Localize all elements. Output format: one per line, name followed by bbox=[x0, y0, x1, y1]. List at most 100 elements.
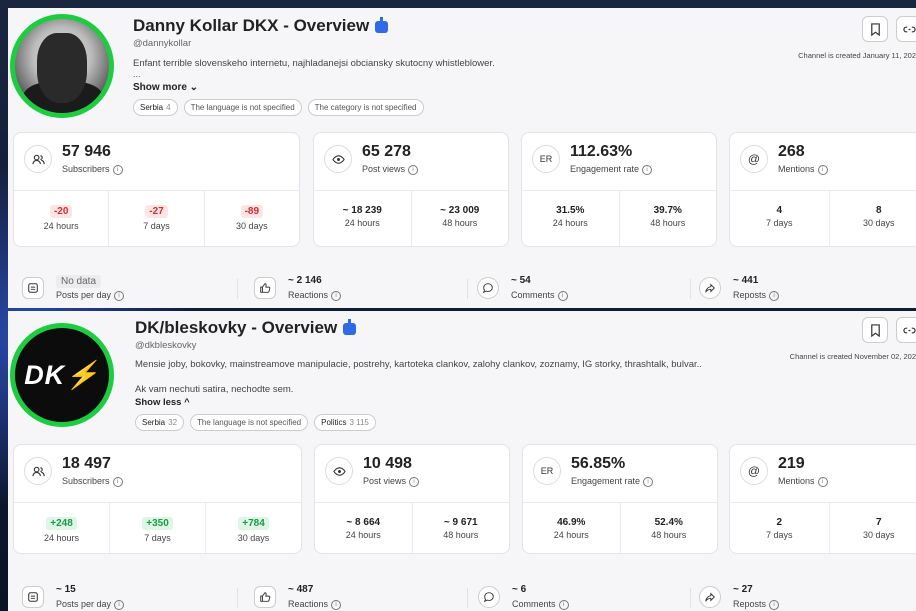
mentions-7d: 47 days bbox=[765, 205, 793, 228]
post-views-card: 10 498 Post views i ~ 8 664 24 hours ~ 9 6… bbox=[314, 444, 510, 554]
copy-link-button[interactable] bbox=[896, 317, 916, 343]
views-48h: ~ 23 009 48 hours bbox=[410, 191, 509, 246]
bot-badge-icon bbox=[343, 318, 357, 335]
views-24h: ~ 8 664 24 hours bbox=[345, 517, 381, 540]
post-views-value: 10 498 bbox=[363, 455, 412, 472]
bookmark-button[interactable] bbox=[862, 317, 888, 343]
repost-icon bbox=[699, 586, 721, 608]
er-48h: 52.4% 48 hours bbox=[619, 503, 718, 553]
post-views-label: Post views i bbox=[363, 476, 420, 487]
post-views-card: 65 278 Post views i ~ 18 239 24 hours ~ 23… bbox=[313, 132, 509, 247]
mentions-label: Mentions i bbox=[778, 164, 828, 175]
channel-title: DK/bleskovky - Overview bbox=[135, 318, 357, 338]
info-icon[interactable]: i bbox=[331, 599, 342, 610]
channel-overview-panel: DK⚡ DK/bleskovky - Overview @dkbleskovky… bbox=[8, 311, 916, 611]
users-icon bbox=[24, 457, 52, 485]
er-icon: ER bbox=[533, 457, 561, 485]
tag-category[interactable]: Politics 3 115 bbox=[314, 414, 376, 431]
info-icon[interactable]: i bbox=[409, 476, 420, 487]
engagement-rate-label: Engagement rate i bbox=[570, 164, 653, 175]
mentions-card: @ 268 Mentions i 47 days 8 30 days bbox=[729, 132, 916, 247]
mentions-label: Mentions i bbox=[778, 476, 828, 487]
subscribers-value: 57 946 bbox=[62, 143, 111, 160]
channel-description-line2: Ak vam nechuti satira, nechodte sem. bbox=[135, 384, 294, 395]
info-icon[interactable]: i bbox=[557, 290, 568, 301]
thumbs-up-icon bbox=[254, 586, 276, 608]
mentions-7d: 27 days bbox=[765, 517, 793, 540]
subscribers-card: 57 946 Subscribers i -20 24 hours -27 7 day… bbox=[13, 132, 300, 247]
tag-language[interactable]: The language is not specified bbox=[183, 99, 302, 116]
er-48h: 39.7% 48 hours bbox=[618, 191, 717, 246]
mentions-30d: 7 30 days bbox=[828, 503, 916, 553]
bookmark-icon bbox=[870, 22, 880, 36]
post-views-label: Post views i bbox=[362, 164, 419, 175]
bookmark-icon bbox=[870, 323, 880, 337]
er-icon: ER bbox=[532, 145, 560, 173]
subscribers-24h: +248 24 hours bbox=[43, 517, 80, 543]
activity-stats-row: ~ 15 Posts per day i ~ 487 Reactions i ~ 6… bbox=[12, 578, 916, 611]
tag-language[interactable]: The language is not specified bbox=[190, 414, 309, 431]
info-icon[interactable]: i bbox=[112, 164, 123, 175]
repost-icon bbox=[699, 277, 721, 299]
channel-title: Danny Kollar DKX - Overview bbox=[133, 16, 389, 36]
comment-icon bbox=[478, 586, 500, 608]
channel-description: Enfant terrible slovenskeho internetu, n… bbox=[133, 58, 495, 69]
subscribers-7d: +350 7 days bbox=[109, 503, 205, 553]
info-icon[interactable]: i bbox=[817, 476, 828, 487]
comment-icon bbox=[477, 277, 499, 299]
subscribers-label: Subscribers i bbox=[62, 476, 123, 487]
info-icon[interactable]: i bbox=[769, 290, 780, 301]
mentions-value: 219 bbox=[778, 455, 805, 472]
info-icon[interactable]: i bbox=[642, 164, 653, 175]
description-ellipsis: ... bbox=[133, 69, 141, 79]
channel-tags: Serbia 32 The language is not specified P… bbox=[135, 414, 376, 431]
info-icon[interactable]: i bbox=[769, 599, 780, 610]
subscribers-30d: -89 30 days bbox=[203, 191, 299, 246]
link-icon bbox=[902, 26, 916, 32]
info-icon[interactable]: i bbox=[817, 164, 828, 175]
subscribers-label: Subscribers i bbox=[62, 164, 123, 175]
eye-icon bbox=[324, 145, 352, 173]
bot-badge-icon bbox=[375, 16, 389, 33]
info-icon[interactable]: i bbox=[331, 290, 342, 301]
info-icon[interactable]: i bbox=[114, 599, 125, 610]
info-icon[interactable]: i bbox=[114, 290, 125, 301]
views-48h: ~ 9 671 48 hours bbox=[411, 503, 510, 553]
eye-icon bbox=[325, 457, 353, 485]
channel-avatar: DK⚡ bbox=[10, 323, 114, 427]
users-icon bbox=[24, 145, 52, 173]
info-icon[interactable]: i bbox=[643, 476, 654, 487]
channel-handle: @dkbleskovky bbox=[135, 340, 197, 351]
channel-created-date: Channel is created November 02, 202 bbox=[789, 352, 916, 361]
engagement-rate-card: ER 56.85% Engagement rate i 46.9% 24 hours… bbox=[522, 444, 718, 554]
tag-country[interactable]: Serbia 4 bbox=[133, 99, 178, 116]
subscribers-value: 18 497 bbox=[62, 455, 111, 472]
info-icon[interactable]: i bbox=[408, 164, 419, 175]
engagement-rate-value: 112.63% bbox=[570, 143, 633, 160]
subscribers-30d: +784 30 days bbox=[205, 503, 301, 553]
thumbs-up-icon bbox=[254, 277, 276, 299]
subscribers-7d: -27 7 days bbox=[108, 191, 203, 246]
subscribers-24h: -20 24 hours bbox=[43, 205, 79, 231]
show-more-toggle[interactable]: Show more ⌄ bbox=[133, 82, 198, 93]
calendar-icon bbox=[22, 277, 44, 299]
mentions-30d: 8 30 days bbox=[828, 191, 916, 246]
subscribers-card: 18 497 Subscribers i +248 24 hours +350 7 d… bbox=[13, 444, 302, 554]
er-24h: 31.5% 24 hours bbox=[552, 205, 588, 228]
channel-overview-panel: Danny Kollar DKX - Overview @dannykollar… bbox=[8, 8, 916, 308]
info-icon[interactable]: i bbox=[558, 599, 569, 610]
activity-stats-row: No data Posts per day i ~ 2 146 Reactions… bbox=[12, 269, 916, 308]
engagement-rate-card: ER 112.63% Engagement rate i 31.5% 24 hour… bbox=[521, 132, 717, 247]
tag-country[interactable]: Serbia 32 bbox=[135, 414, 185, 431]
link-icon bbox=[902, 327, 916, 333]
views-24h: ~ 18 239 24 hours bbox=[342, 205, 382, 228]
channel-avatar bbox=[10, 14, 114, 118]
info-icon[interactable]: i bbox=[112, 476, 123, 487]
channel-created-date: Channel is created January 11, 202 bbox=[798, 51, 916, 60]
show-less-toggle[interactable]: Show less ^ bbox=[135, 397, 190, 408]
copy-link-button[interactable] bbox=[896, 16, 916, 42]
bookmark-button[interactable] bbox=[862, 16, 888, 42]
tag-category[interactable]: The category is not specified bbox=[307, 99, 424, 116]
at-icon: @ bbox=[740, 145, 768, 173]
post-views-value: 65 278 bbox=[362, 143, 411, 160]
